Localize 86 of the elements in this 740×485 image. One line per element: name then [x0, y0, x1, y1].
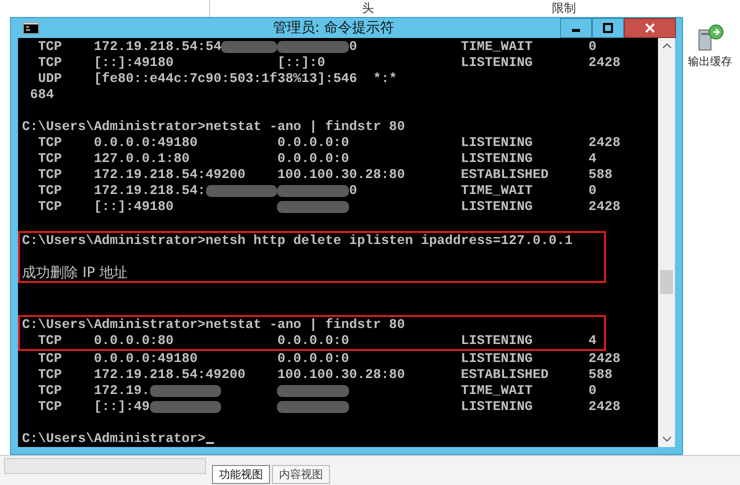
console-text: 100.100.30.28:80 [277, 167, 405, 183]
console-text: C:\Users\Administrator>netstat -ano | findstr 80 [22, 119, 406, 134]
console-text: 0.0.0.0:0 [277, 135, 350, 151]
console-text: 0.0.0.0:49180 [94, 351, 198, 367]
console-text: 2428 [588, 55, 620, 71]
console-text: TCP [38, 183, 62, 199]
minimize-button[interactable] [560, 18, 592, 38]
console-text: TCP [38, 199, 62, 215]
console-text: TCP [38, 399, 62, 415]
console-text: 成功删除 IP 地址 [22, 265, 128, 281]
console-text: LISTENING [460, 55, 533, 71]
maximize-icon [603, 23, 613, 33]
console-icon [23, 22, 39, 34]
console-text: LISTENING [460, 135, 533, 151]
cursor-icon [206, 442, 214, 444]
console-text: LISTENING [460, 399, 533, 415]
close-icon [645, 23, 655, 33]
console-prompt: C:\Users\Administrator> [22, 431, 206, 446]
scroll-up-icon[interactable] [662, 42, 672, 50]
console-text: TIME_WAIT [460, 183, 533, 199]
maximize-button[interactable] [592, 18, 624, 38]
console-text: 0.0.0.0:0 [277, 351, 350, 367]
console-text: 172.19. [94, 383, 150, 399]
console-text: ESTABLISHED [460, 367, 549, 383]
console-text: [::]:49180 [94, 55, 174, 71]
console-text: UDP [fe80::e44c:7c90:503:1f38%13]:546 *:* [36, 71, 398, 86]
close-button[interactable] [624, 18, 676, 38]
console-text: 172.19.218.54: [94, 183, 206, 199]
console-text: 0 [588, 183, 596, 199]
scroll-down-icon[interactable] [662, 435, 672, 443]
console-text: 172.19.218.54:49200 [94, 167, 246, 183]
console-text: LISTENING [460, 151, 533, 167]
view-tab[interactable]: 功能视图 [212, 465, 270, 484]
horizontal-scrollbar[interactable] [4, 458, 206, 474]
console-text: 100.100.30.28:80 [277, 367, 405, 383]
console-text: 0.0.0.0:49180 [94, 135, 198, 151]
redaction-blur [206, 185, 278, 197]
vertical-scrollbar[interactable] [658, 38, 675, 447]
redaction-blur [150, 385, 222, 397]
console-text: 2428 [588, 351, 620, 367]
console-text: 0.0.0.0:80 [94, 333, 174, 349]
console-text: 172.19.218.54:54 [94, 39, 222, 55]
console-text: 2428 [588, 135, 620, 151]
console-text: 588 [588, 167, 612, 183]
console-text: TCP [38, 351, 62, 367]
console-text: TCP [38, 151, 62, 167]
console-text: 2428 [588, 399, 620, 415]
console-text: [::]:0 [277, 55, 326, 71]
scroll-thumb[interactable] [660, 270, 673, 294]
console-text: 172.19.218.54:49200 [94, 367, 246, 383]
console-text: 0.0.0.0:0 [277, 151, 350, 167]
console-text: LISTENING [460, 199, 533, 215]
redaction-blur [150, 401, 222, 413]
console-text: TCP [38, 135, 62, 151]
console-text: 4 [588, 151, 596, 167]
redaction-blur [221, 41, 278, 53]
column-header[interactable]: 限制 [552, 0, 576, 17]
console-text: 0 [588, 383, 596, 399]
console-text: TCP [38, 383, 62, 399]
console-text: TCP [38, 167, 62, 183]
console-text: 0 [349, 183, 358, 199]
console-text: [::]:49180 [94, 199, 174, 215]
console-text: TCP [38, 39, 62, 55]
console-text: 0 [349, 39, 358, 55]
console-text: LISTENING [460, 351, 533, 367]
console-text: [::]:49 [94, 399, 150, 415]
console-text: 2428 [588, 199, 620, 215]
console-text: C:\Users\Administrator>netsh http delete iplisten ipaddress=127.0.0.1 [22, 233, 573, 248]
console-text: 684 [28, 87, 54, 102]
console-text: ESTABLISHED [460, 167, 549, 183]
column-header[interactable]: 头 [362, 0, 374, 17]
console-text: 0.0.0.0:0 [277, 333, 350, 349]
view-tab[interactable]: 内容视图 [272, 465, 330, 484]
console-text: 127.0.0.1:80 [94, 151, 190, 167]
console-text: LISTENING [460, 333, 533, 349]
console-text: 4 [588, 333, 596, 349]
console-text: TCP [38, 367, 62, 383]
console-text: 588 [588, 367, 612, 383]
console-text: C:\Users\Administrator>netstat -ano | findstr 80 [22, 317, 406, 332]
console-text: TCP [38, 55, 62, 71]
console-text: TCP [38, 333, 62, 349]
console-text: 0 [588, 39, 596, 55]
feature-label[interactable]: 输出缓存 [688, 54, 732, 69]
window-title: 管理员: 命令提示符 [272, 19, 396, 37]
console-text: TIME_WAIT [460, 383, 533, 399]
console-text: TIME_WAIT [460, 39, 533, 55]
